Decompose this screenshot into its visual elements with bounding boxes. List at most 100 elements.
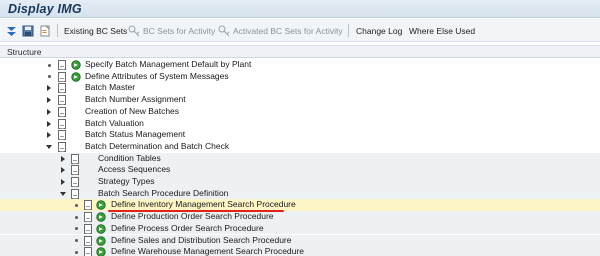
documentation-icon[interactable]: [58, 106, 66, 117]
img-tree: Specify Batch Management Default by Plan…: [0, 58, 600, 256]
expand-node-icon[interactable]: [47, 97, 51, 104]
tree-item-label: Define Warehouse Management Search Proce…: [111, 246, 304, 256]
application-toolbar: Existing BC Sets BC Sets for Activity Ac…: [0, 19, 600, 42]
tree-row[interactable]: Batch Status Management: [0, 129, 600, 141]
bc-sets-for-activity-label: BC Sets for Activity: [143, 25, 216, 36]
save-variant-button[interactable]: [22, 23, 34, 38]
activated-bc-set-icon: [218, 25, 230, 36]
collapse-node-icon[interactable]: [60, 191, 66, 196]
execute-icon[interactable]: [96, 212, 106, 222]
tree-item-label: Batch Status Management: [85, 129, 186, 140]
documentation-icon[interactable]: [58, 95, 66, 106]
expand-node-icon[interactable]: [47, 120, 51, 127]
toolbar-separator: [57, 24, 58, 37]
tree-row[interactable]: Define Attributes of System Messages: [0, 71, 600, 83]
where-else-used-button[interactable]: Where Else Used: [409, 23, 475, 38]
expand-node-icon[interactable]: [61, 167, 65, 174]
tree-item-label: Creation of New Batches: [85, 105, 180, 116]
tree-row[interactable]: Define Sales and Distribution Search Pro…: [0, 234, 600, 247]
change-log-label: Change Log: [356, 25, 403, 36]
save-icon: [22, 25, 34, 36]
documentation-icon[interactable]: [58, 130, 66, 141]
activated-bc-sets-button[interactable]: Activated BC Sets for Activity: [218, 23, 343, 38]
execute-icon[interactable]: [71, 60, 81, 70]
tree-row[interactable]: Strategy Types: [0, 176, 600, 188]
existing-bc-sets-button[interactable]: Existing BC Sets: [64, 23, 127, 38]
tree-row[interactable]: Batch Determination and Batch Check: [0, 141, 600, 153]
tree-item-label: Specify Batch Management Default by Plan…: [85, 59, 252, 69]
expand-all-icon: [7, 26, 16, 36]
existing-bc-sets-label: Existing BC Sets: [64, 25, 128, 36]
tree-item-label: Define Attributes of System Messages: [85, 70, 229, 81]
document-icon: [40, 25, 50, 36]
collapse-node-icon[interactable]: [46, 144, 52, 149]
documentation-icon[interactable]: [84, 200, 92, 211]
documentation-icon[interactable]: [84, 247, 92, 256]
documentation-icon[interactable]: [58, 83, 66, 94]
tree-item-label: Batch Valuation: [85, 117, 144, 128]
tree-row[interactable]: Condition Tables: [0, 152, 600, 165]
leaf-bullet-icon: [75, 227, 78, 231]
tree-row[interactable]: Define Process Order Search Procedure: [0, 222, 600, 235]
title-bar: Display IMG: [0, 0, 600, 18]
structure-header-label: Structure: [7, 47, 42, 57]
tree-row[interactable]: Access Sequences: [0, 164, 600, 176]
documentation-icon[interactable]: [84, 212, 92, 223]
leaf-bullet-icon: [75, 250, 78, 254]
tree-item-label: Batch Determination and Batch Check: [85, 140, 230, 151]
documentation-icon[interactable]: [58, 141, 66, 152]
documentation-icon[interactable]: [58, 71, 66, 82]
tree-row[interactable]: Batch Number Assignment: [0, 94, 600, 106]
leaf-bullet-icon: [48, 75, 51, 79]
tree-item-label: Batch Number Assignment: [85, 94, 186, 105]
leaf-bullet-icon: [75, 215, 78, 219]
tree-row[interactable]: Creation of New Batches: [0, 106, 600, 118]
tree-item-label: Batch Master: [85, 82, 136, 93]
expand-node-icon[interactable]: [47, 132, 51, 139]
expand-node-icon[interactable]: [47, 85, 51, 92]
bc-set-icon: [128, 25, 140, 36]
expand-node-icon[interactable]: [61, 155, 65, 162]
structure-header: Structure: [0, 45, 600, 58]
tree-item-label: Access Sequences: [98, 164, 171, 175]
leaf-bullet-icon: [48, 63, 51, 67]
page-title: Display IMG: [8, 2, 82, 16]
tree-item-label: Define Process Order Search Procedure: [111, 222, 264, 233]
tree-item-label: Define Production Order Search Procedure: [111, 211, 274, 222]
documentation-icon[interactable]: [71, 165, 79, 176]
annotation-underline: [108, 210, 284, 212]
tree-row[interactable]: Batch Valuation: [0, 118, 600, 130]
tree-item-label: Batch Search Procedure Definition: [98, 187, 229, 198]
tree-row[interactable]: Specify Batch Management Default by Plan…: [0, 59, 600, 71]
change-log-button[interactable]: Change Log: [356, 23, 402, 38]
tree-row[interactable]: Define Warehouse Management Search Proce…: [0, 246, 600, 256]
documentation-icon[interactable]: [71, 177, 79, 187]
activated-bc-sets-label: Activated BC Sets for Activity: [233, 25, 343, 36]
tree-row-selected[interactable]: Define Inventory Management Search Proce…: [0, 199, 600, 212]
bc-sets-for-activity-button[interactable]: BC Sets for Activity: [128, 23, 215, 38]
execute-icon[interactable]: [96, 235, 106, 246]
documentation-icon[interactable]: [71, 188, 79, 199]
execute-icon[interactable]: [96, 247, 106, 256]
execute-icon[interactable]: [96, 224, 106, 234]
expand-node-icon[interactable]: [47, 108, 51, 115]
documentation-icon[interactable]: [84, 235, 92, 246]
tree-item-label: Define Sales and Distribution Search Pro…: [111, 234, 292, 245]
documentation-icon[interactable]: [84, 223, 92, 234]
where-else-used-label: Where Else Used: [409, 25, 476, 36]
execute-icon[interactable]: [96, 200, 106, 211]
expand-all-button[interactable]: [6, 23, 17, 38]
documentation-icon[interactable]: [58, 118, 66, 129]
tree-row[interactable]: Define Production Order Search Procedure: [0, 211, 600, 223]
documentation-icon[interactable]: [71, 153, 79, 164]
leaf-bullet-icon: [75, 203, 78, 207]
tree-row[interactable]: Batch Master: [0, 82, 600, 94]
toolbar-separator: [348, 24, 349, 37]
tree-item-label: Strategy Types: [98, 176, 155, 186]
documentation-icon[interactable]: [58, 60, 66, 70]
tree-row[interactable]: Batch Search Procedure Definition: [0, 187, 600, 200]
execute-icon[interactable]: [71, 71, 81, 82]
expand-node-icon[interactable]: [61, 179, 65, 185]
documentation-button[interactable]: [39, 23, 51, 38]
tree-item-label: Condition Tables: [98, 152, 161, 163]
